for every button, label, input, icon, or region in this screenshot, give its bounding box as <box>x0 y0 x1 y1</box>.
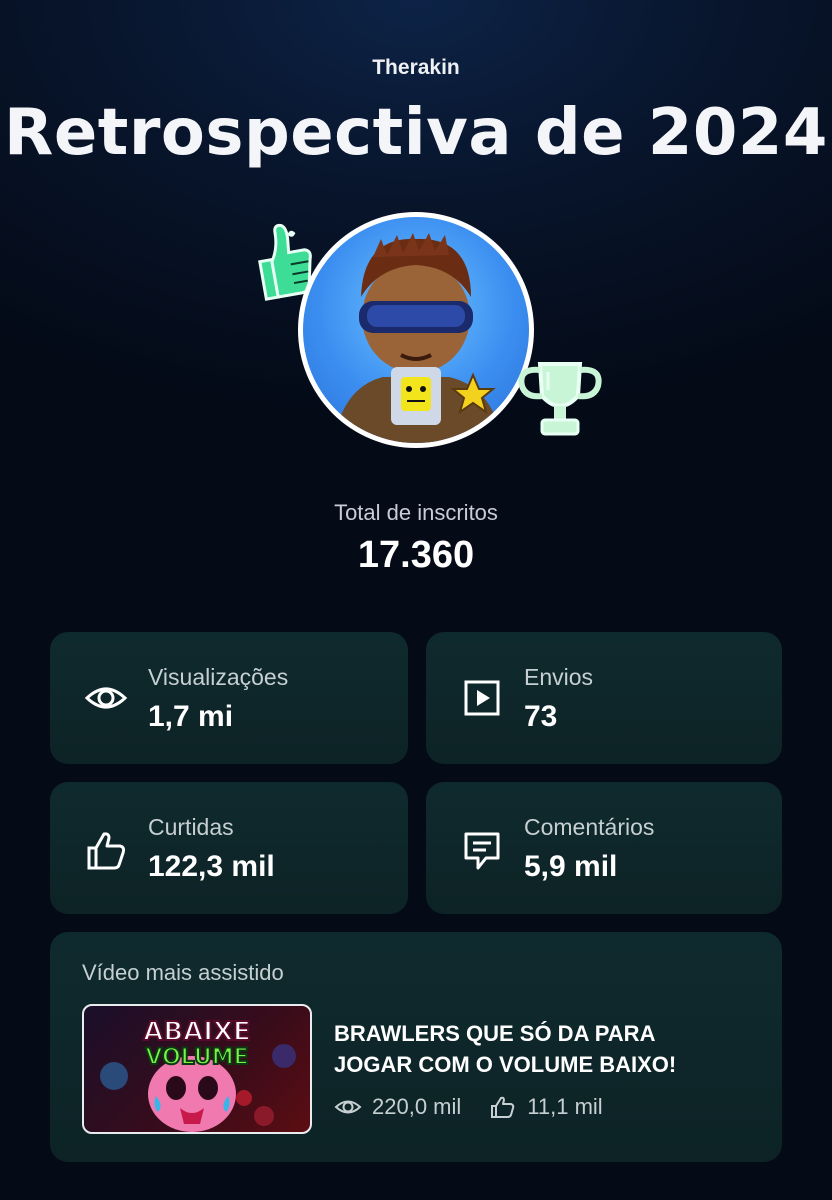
thumbs-up-icon <box>491 1096 515 1118</box>
avatar <box>298 212 534 448</box>
subscribers-count: 17.360 <box>357 534 475 576</box>
video-stats: 220,0 mil 11,1 mil <box>334 1092 603 1122</box>
play-icon <box>464 680 500 716</box>
views-label: Visualizações <box>148 664 289 690</box>
comments-card: Comentários 5,9 mil <box>426 782 782 914</box>
likes-label: Curtidas <box>148 814 234 840</box>
eye-icon <box>334 1100 362 1114</box>
eye-icon <box>84 687 128 709</box>
views-value: 1,7 mi <box>148 700 234 733</box>
likes-value: 122,3 mil <box>148 850 275 883</box>
channel-name: Therakin <box>372 56 460 79</box>
uploads-card: Envios 73 <box>426 632 782 764</box>
top-video-label: Vídeo mais assistido <box>82 960 284 985</box>
comments-label: Comentários <box>524 814 655 840</box>
uploads-value: 73 <box>524 700 558 733</box>
video-title-line-1: BRAWLERS QUE SÓ DA PARA <box>334 1021 656 1046</box>
video-views: 220,0 mil <box>372 1094 462 1119</box>
likes-card: Curtidas 122,3 mil <box>50 782 408 914</box>
thumbnail-text-volume: VOLUME <box>145 1045 248 1070</box>
page-title: Retrospectiva de 2024 <box>4 96 828 170</box>
video-title[interactable]: BRAWLERS QUE SÓ DA PARA JOGAR COM O VOLU… <box>334 1018 724 1080</box>
comment-icon <box>464 832 500 870</box>
trophy-sticker-icon <box>518 362 602 436</box>
uploads-label: Envios <box>524 664 594 690</box>
thumbs-up-icon <box>87 832 126 870</box>
comments-value: 5,9 mil <box>524 850 618 883</box>
video-title-line-2: JOGAR COM O VOLUME BAIXO! <box>334 1052 677 1077</box>
thumbnail-text-abaixe: ABAIXE <box>143 1017 251 1047</box>
views-card: Visualizações 1,7 mi <box>50 632 408 764</box>
video-thumbnail[interactable]: ABAIXE VOLUME <box>82 1004 312 1134</box>
avatar-image <box>303 217 529 443</box>
video-likes: 11,1 mil <box>527 1094 603 1119</box>
subscribers-label: Total de inscritos <box>334 500 498 525</box>
top-video-card[interactable]: Vídeo mais assistido ABAIXE VOLUME BRAWL… <box>50 932 782 1162</box>
